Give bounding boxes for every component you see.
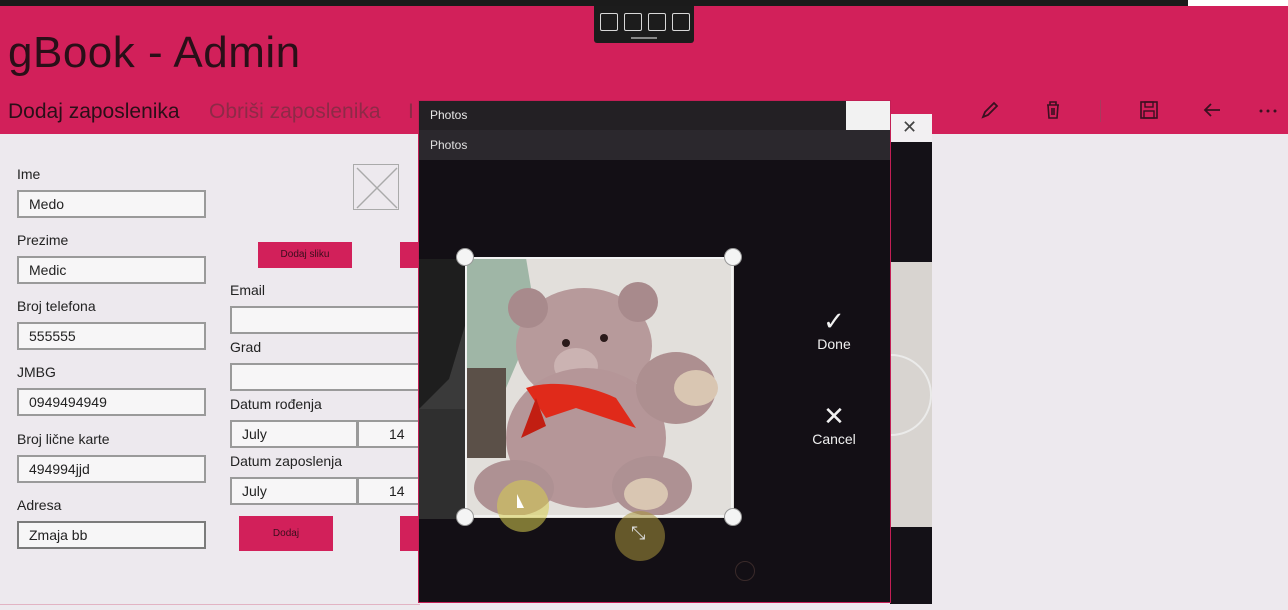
crop-handle-top-left[interactable] [456, 248, 474, 266]
datum-zaposlenja-label: Datum zaposlenja [230, 453, 343, 469]
add-employee-command[interactable]: Dodaj zaposlenika [8, 100, 180, 124]
telefon-label: Broj telefona [17, 298, 96, 314]
crop-icon[interactable] [672, 13, 690, 31]
titlebar-white-block [846, 101, 890, 130]
jmbg-label: JMBG [17, 364, 56, 380]
prezime-label: Prezime [17, 232, 69, 248]
crop-handle-bottom-left[interactable] [456, 508, 474, 526]
done-label: Done [817, 336, 851, 352]
toolbar-separator [1100, 100, 1101, 122]
photos-dialog: Photos Photos ⤡ ✓ Done ✕ Cancel [418, 100, 891, 603]
app-title: gBook - Admin [8, 28, 301, 77]
grad-field[interactable] [230, 363, 420, 391]
photos-app-titlebar: Photos [419, 130, 890, 160]
rotate-ring-icon [735, 561, 755, 581]
partial-pink-button[interactable] [400, 242, 418, 268]
licna-karta-label: Broj lične karte [17, 431, 110, 447]
photos-window-titlebar: Photos [419, 101, 890, 130]
close-icon[interactable]: ✕ [902, 117, 917, 138]
ime-label: Ime [17, 166, 41, 182]
window-icon[interactable] [648, 13, 666, 31]
crop-handle-top-right[interactable] [724, 248, 742, 266]
adresa-field[interactable]: Zmaja bb [17, 521, 206, 549]
image-placeholder-icon [353, 164, 399, 210]
email-label: Email [230, 282, 266, 298]
delete-employee-command[interactable]: Obriši zaposlenika [209, 100, 381, 124]
hire-month-field[interactable]: July [230, 477, 358, 505]
done-button[interactable]: ✓ Done [794, 306, 874, 352]
email-field[interactable] [230, 306, 420, 334]
pencil-icon[interactable] [977, 99, 1003, 125]
capture-toolbar [594, 6, 694, 43]
prezime-field[interactable]: Medic [17, 256, 206, 284]
back-arrow-icon[interactable] [1199, 99, 1225, 125]
photos-window-title: Photos [430, 108, 468, 122]
resize-handle[interactable]: ⤡ [615, 511, 665, 561]
background-dialog: ✕ [850, 114, 932, 604]
cancel-button[interactable]: ✕ Cancel [794, 401, 874, 447]
save-icon[interactable] [1136, 99, 1162, 125]
check-icon: ✓ [823, 306, 845, 336]
licna-karta-field[interactable]: 494994jjd [17, 455, 206, 483]
toolbar-grip[interactable] [631, 37, 657, 39]
hire-day-field[interactable]: 14 [357, 477, 420, 505]
telefon-field[interactable]: 555555 [17, 322, 206, 350]
birth-day-field[interactable]: 14 [357, 420, 420, 448]
snip-icon[interactable] [600, 13, 618, 31]
adresa-label: Adresa [17, 497, 62, 513]
jmbg-field[interactable]: 0949494949 [17, 388, 206, 416]
crop-frame[interactable] [465, 257, 733, 517]
select-icon[interactable] [624, 13, 642, 31]
more-icon[interactable] [1255, 99, 1281, 125]
bottom-divider [0, 604, 420, 605]
resize-arrow-icon: ⤡ [631, 523, 646, 543]
add-button[interactable]: Dodaj [239, 516, 333, 551]
trash-icon[interactable] [1040, 99, 1066, 125]
grad-label: Grad [230, 339, 262, 355]
photos-app-title: Photos [430, 138, 468, 152]
birth-month-field[interactable]: July [230, 420, 358, 448]
ime-field[interactable]: Medo [17, 190, 206, 218]
partial-pink-button-2[interactable] [400, 516, 418, 551]
add-image-button[interactable]: Dodaj sliku [258, 242, 352, 268]
cursor-arrow-icon [517, 494, 524, 508]
crop-handle-bottom-right[interactable] [724, 508, 742, 526]
outside-crop-photo [419, 259, 467, 519]
cancel-icon: ✕ [823, 401, 845, 431]
cancel-label: Cancel [812, 431, 856, 447]
partial-command[interactable]: I [408, 100, 416, 122]
datum-rodjenja-label: Datum rođenja [230, 396, 322, 412]
